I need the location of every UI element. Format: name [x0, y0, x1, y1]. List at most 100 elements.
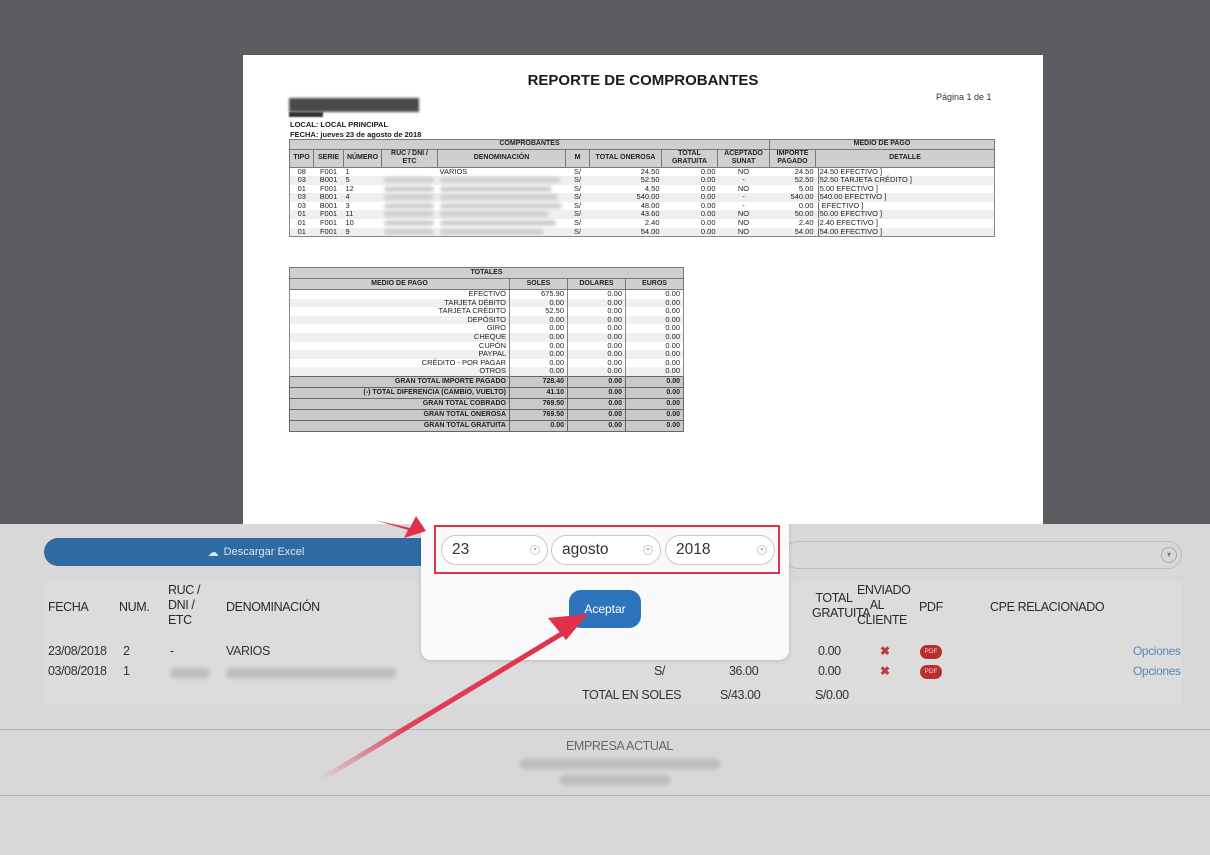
th-soles: SOLES [509, 278, 568, 290]
cell-medio: OTROS [289, 366, 510, 377]
cell-aceptado: NO [717, 227, 770, 238]
cell-ruc [382, 219, 438, 228]
cell-medio: GRAN TOTAL IMPORTE PAGADO [289, 375, 510, 388]
grand-total-row: GRAN TOTAL ONEROSA 769.50 0.00 0.00 [289, 408, 684, 421]
col-header-num: NUM. [119, 600, 150, 614]
pdf-icon[interactable]: PDF [920, 645, 942, 659]
cell-medio: DEPÓSITO [289, 315, 510, 325]
cell-denominacion [438, 202, 566, 211]
group-header-comprobantes: COMPROBANTES [289, 139, 770, 150]
cell-m: S/ [565, 227, 590, 238]
cell-detalle: [54.00 EFECTIVO ] [815, 227, 995, 238]
col-header-fecha: FECHA [48, 600, 89, 614]
th-detalle: DETALLE [815, 148, 995, 168]
cell-denominacion [437, 193, 566, 202]
cell-medio: GRAN TOTAL COBRADO [289, 397, 510, 410]
cell-onerosa: 54.00 [589, 227, 662, 238]
divider [0, 729, 1210, 730]
cell-soles: 728.40 [509, 375, 568, 388]
accept-button[interactable]: Aceptar [569, 590, 641, 628]
cell-euros: 0.00 [625, 397, 684, 410]
comprobante-row: 01 F001 11 S/43.60 0.00 NO 50.00 [50.00 EFECTIV… [289, 210, 995, 220]
cell-ruc [381, 210, 438, 220]
cell-denominacion [438, 219, 566, 228]
row2-options-link[interactable]: Opciones [1133, 664, 1181, 678]
th-numero: NÚMERO [343, 148, 382, 168]
cell-dolares: 0.00 [567, 386, 626, 399]
th-medio-pago: MEDIO DE PAGO [289, 278, 510, 290]
totales-row: OTROS 0.00 0.00 0.00 [289, 366, 684, 377]
redacted-denominacion [226, 668, 396, 678]
th-dolares: DOLARES [567, 278, 626, 290]
col-header-total-gratuita: TOTAL GRATUITA [812, 591, 871, 620]
th-tipo: TIPO [289, 148, 314, 168]
cell-soles: 0.00 [509, 419, 568, 432]
download-excel-button[interactable]: ☁ Descargar Excel [44, 538, 468, 566]
th-ruc: RUC / DNI / ETC [381, 148, 438, 168]
highlight-box [434, 525, 780, 574]
cell-medio: GRAN TOTAL ONEROSA [289, 408, 510, 421]
cell-medio: CRÉDITO - POR PAGAR [289, 358, 510, 368]
cell-medio: GRAN TOTAL GRATUITA [289, 419, 510, 432]
row1-fecha: 23/08/2018 [48, 644, 107, 658]
divider [0, 795, 1210, 796]
redacted-denominacion [439, 194, 558, 201]
col-header-cpe: CPE RELACIONADO [990, 600, 1105, 614]
row2-currency: S/ [654, 664, 666, 678]
row2-total: 36.00 [729, 664, 759, 678]
cell-serie: F001 [313, 227, 344, 238]
report-local: LOCAL: LOCAL PRINCIPAL [290, 120, 389, 129]
cell-ruc [381, 176, 438, 185]
comprobante-row: 01 F001 9 S/54.00 0.00 NO 54.00 [54.00 EFECTIVO… [289, 227, 995, 238]
row1-options-link[interactable]: Opciones [1133, 644, 1181, 658]
redacted-denominacion [439, 228, 544, 235]
grand-total-row: (-) TOTAL DIFERENCIA (CAMBIO, VUELTO) 41.… [289, 386, 684, 399]
cell-soles: 769.50 [509, 408, 568, 421]
redacted-ruc [383, 220, 434, 227]
row1-denominacion: VARIOS [226, 644, 270, 658]
cell-euros: 0.00 [625, 408, 684, 421]
filter-select[interactable]: ▾ [784, 541, 1182, 569]
redacted-ruc [383, 228, 434, 235]
col-header-enviado: ENVIADO AL CLIENTE [857, 583, 911, 627]
cell-euros: 0.00 [625, 375, 684, 388]
cell-ruc [381, 227, 438, 238]
th-total-gratuita: TOTAL GRATUITA [661, 148, 718, 168]
redacted-company-subtitle [289, 112, 323, 117]
report-date: FECHA: jueves 23 de agosto de 2018 [290, 130, 422, 139]
comprobante-row: 03 B001 5 S/52.50 0.00-52.50 [52.50 TARJETA C… [289, 175, 995, 185]
total-gratuita-value: S/0.00 [815, 688, 849, 702]
redacted-denominacion [439, 202, 562, 209]
redacted-ruc [383, 177, 434, 184]
redacted-denominacion [439, 177, 560, 184]
cell-denominacion: VARIOS [439, 166, 468, 176]
cloud-download-icon: ☁ [207, 546, 219, 559]
grand-total-row: GRAN TOTAL GRATUITA 0.00 0.00 0.00 [289, 419, 684, 432]
row2-gratuita: 0.00 [818, 664, 841, 678]
th-m: M [565, 148, 590, 168]
cell-soles: 0.00 [509, 366, 568, 377]
cell-denominacion [437, 210, 566, 220]
cell-importe: 54.00 [769, 227, 816, 238]
pdf-icon[interactable]: PDF [920, 665, 942, 679]
col-header-pdf: PDF [919, 600, 943, 614]
col-header-ruc: RUC / DNI / ETC [168, 583, 201, 627]
empresa-actual-label: EMPRESA ACTUAL [566, 739, 673, 753]
cell-euros: 0.00 [625, 419, 684, 432]
redacted-denominacion [439, 220, 556, 227]
th-importe: IMPORTE PAGADO [769, 148, 816, 168]
cell-ruc [382, 202, 438, 211]
th-serie: SERIE [313, 148, 344, 168]
cell-tipo: 01 [289, 227, 314, 238]
cell-dolares: 0.00 [567, 408, 626, 421]
page-number: Página 1 de 1 [936, 92, 992, 102]
redacted-ruc [383, 185, 434, 192]
redacted-empresa-2 [560, 775, 670, 785]
row2-fecha: 03/08/2018 [48, 664, 107, 678]
th-euros: EUROS [625, 278, 684, 290]
totales-title: TOTALES [289, 267, 684, 279]
th-denominacion: DENOMINACIÓN [437, 148, 566, 168]
row1-ruc: - [170, 644, 174, 658]
row2-num: 1 [123, 664, 130, 678]
cell-dolares: 0.00 [567, 397, 626, 410]
